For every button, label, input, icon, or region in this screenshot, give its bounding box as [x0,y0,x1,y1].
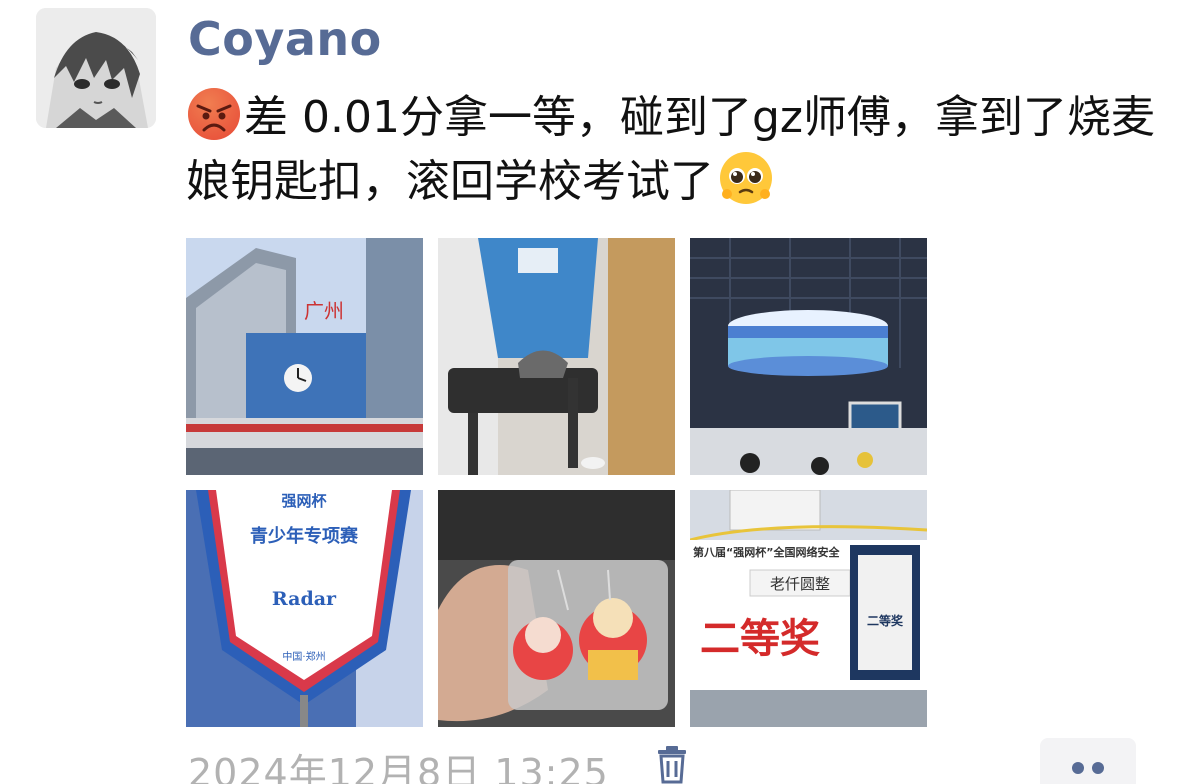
trash-icon[interactable] [652,744,692,784]
anime-avatar-icon [36,8,156,128]
photo-arena-screen[interactable] [690,238,927,475]
avatar[interactable] [36,8,156,128]
certificate-plaque-text: 二等奖 [867,613,904,628]
moments-post: Coyano 差 0.01分拿一等，碰到了gz师傅，拿到了烧麦娘钥匙扣，滚回学校… [0,0,1179,784]
certificate-header: 第八届“强网杯”全国网络安全 [693,545,840,559]
pennant-team: Radar [272,588,337,610]
certificate-award: 二等奖 [700,616,820,662]
more-icon-dot [1092,762,1104,774]
building-sign: 广州 [304,299,344,323]
photo-building[interactable]: 广州 [186,238,423,475]
username[interactable]: Coyano [188,12,382,66]
pleading-face-icon [718,150,774,206]
angry-face-icon [186,86,242,142]
photo-certificate[interactable]: 第八届“强网杯”全国网络安全 老仟圆整 二等奖 二等奖 [690,490,927,727]
photo-grid: 广州 强网杯 青少年专项赛 Radar 中国·郑州 第八届“强网杯”全国网络安全… [186,238,928,728]
pennant-title: 青少年专项赛 [250,525,359,547]
pennant-logo: 强网杯 [281,492,327,510]
post-content: 差 0.01分拿一等，碰到了gz师傅，拿到了烧麦娘钥匙扣，滚回学校考试了 [186,86,1161,214]
post-text: 差 0.01分拿一等，碰到了gz师傅，拿到了烧麦娘钥匙扣，滚回学校考试了 [186,92,1155,207]
photo-pennant[interactable]: 强网杯 青少年专项赛 Radar 中国·郑州 [186,490,423,727]
post-timestamp: 2024年12月8日 13:25 [188,751,609,784]
more-icon [1072,762,1084,774]
certificate-name: 老仟圆整 [770,575,830,593]
pennant-footer: 中国·郑州 [282,650,325,663]
photo-volunteer-ironing[interactable] [438,238,675,475]
more-button[interactable] [1040,738,1136,784]
photo-keychains[interactable] [438,490,675,727]
